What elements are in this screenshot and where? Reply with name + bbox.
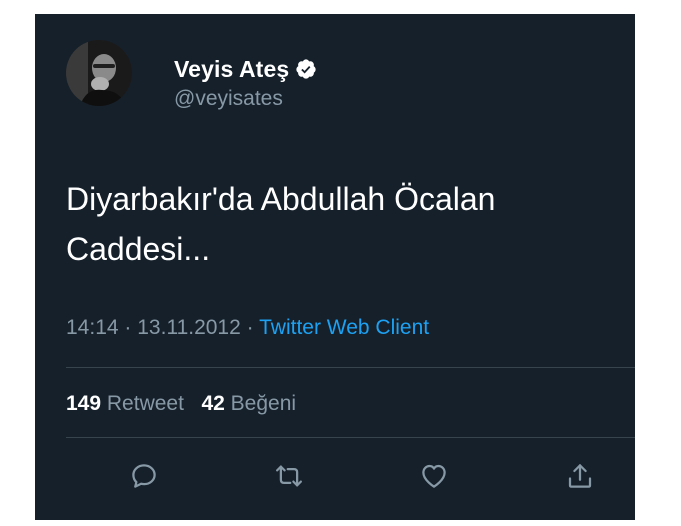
retweet-stat[interactable]: 149 Retweet xyxy=(66,392,184,415)
like-button[interactable] xyxy=(416,458,452,494)
retweet-count: 149 xyxy=(66,392,102,415)
share-icon xyxy=(568,464,592,488)
divider-top xyxy=(66,367,635,368)
like-count: 42 xyxy=(201,392,225,415)
display-name[interactable]: Veyis Ateş xyxy=(174,56,289,83)
tweet-date[interactable]: 13.11.2012 xyxy=(137,316,241,339)
retweet-icon xyxy=(276,465,302,487)
tweet-text-line-1: Diyarbakır'da Abdullah Öcalan xyxy=(66,181,496,217)
verified-badge-icon xyxy=(295,58,317,80)
reply-icon xyxy=(132,464,156,488)
retweet-button[interactable] xyxy=(271,458,307,494)
retweet-label: Retweet xyxy=(106,392,184,415)
reply-button[interactable] xyxy=(126,458,162,494)
tweet-text: Diyarbakır'da Abdullah Öcalan Caddesi... xyxy=(66,174,606,274)
meta-separator-2: · xyxy=(246,316,254,339)
tweet-source-link[interactable]: Twitter Web Client xyxy=(259,316,429,339)
tweet-meta: 14:14 · 13.11.2012 · Twitter Web Client xyxy=(66,316,429,340)
divider-bottom xyxy=(66,437,635,438)
meta-separator: · xyxy=(124,316,132,339)
action-bar xyxy=(35,458,635,494)
tweet-stats: 149 Retweet 42 Beğeni xyxy=(66,392,296,416)
like-stat[interactable]: 42 Beğeni xyxy=(201,392,296,415)
like-icon xyxy=(422,464,446,488)
share-button[interactable] xyxy=(562,458,598,494)
user-name-row[interactable]: Veyis Ateş xyxy=(174,56,317,82)
tweet-text-line-2: Caddesi... xyxy=(66,231,211,267)
avatar[interactable] xyxy=(66,40,132,106)
user-handle[interactable]: @veyisates xyxy=(174,87,283,111)
tweet-time[interactable]: 14:14 xyxy=(66,316,119,339)
avatar-photo xyxy=(66,40,132,106)
like-label: Beğeni xyxy=(230,392,297,415)
tweet-card: Veyis Ateş @veyisates Diyarbakır'da Abdu… xyxy=(35,14,635,520)
